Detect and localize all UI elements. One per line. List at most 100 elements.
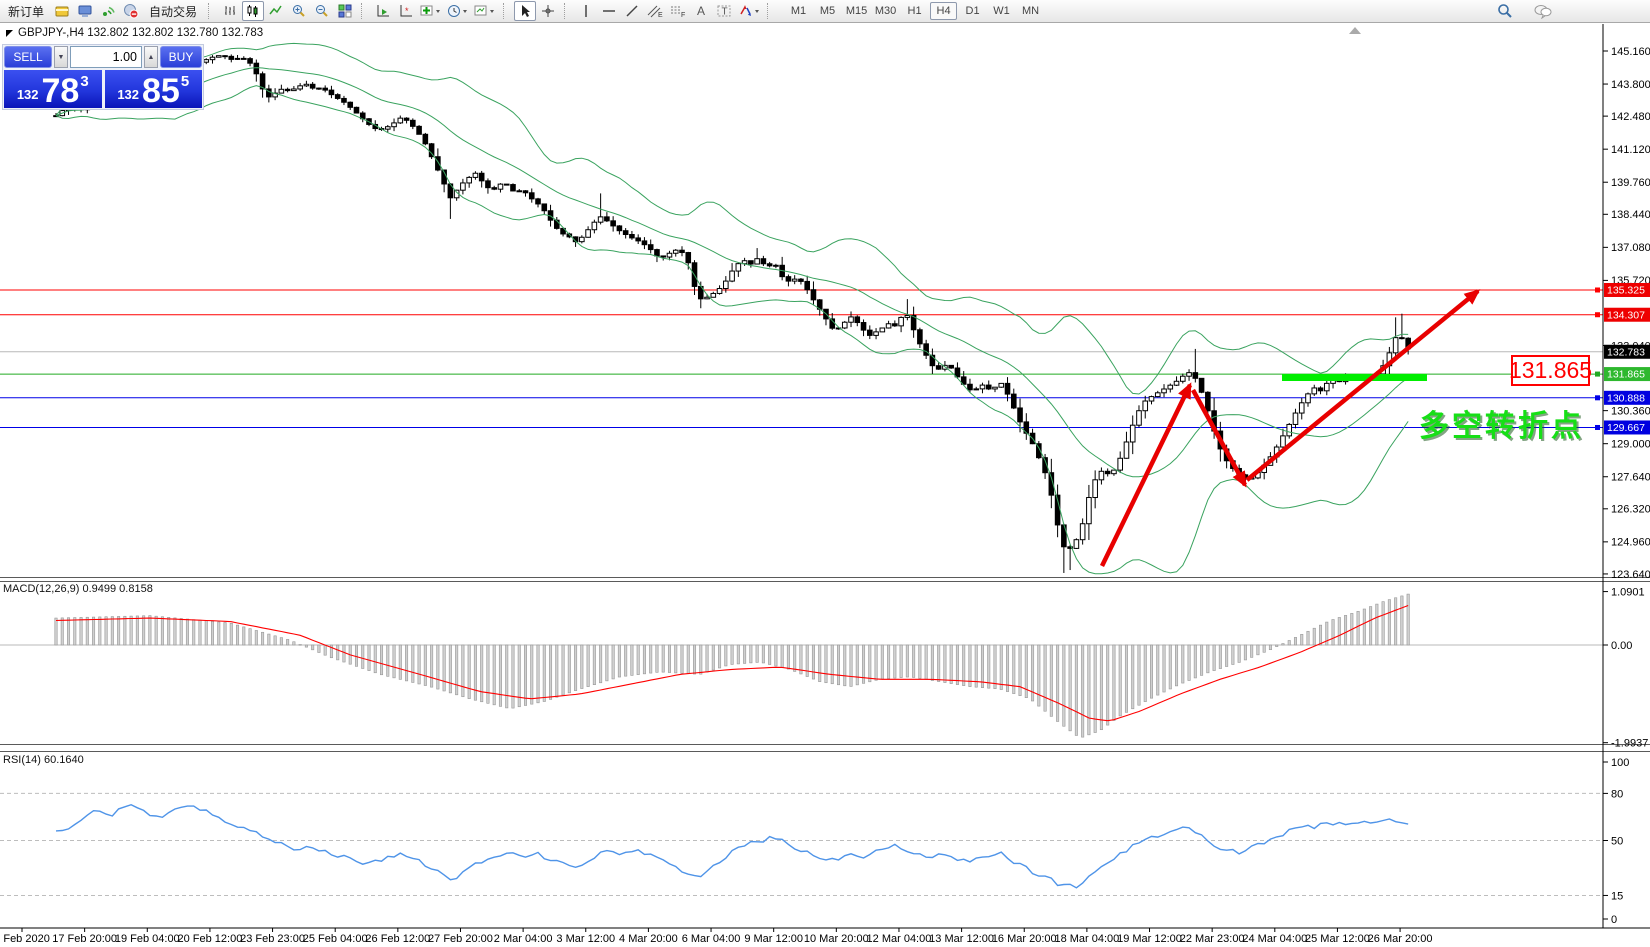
svg-text:130.888: 130.888 <box>1607 392 1645 404</box>
svg-text:4 Mar 20:00: 4 Mar 20:00 <box>619 933 678 945</box>
svg-text:18 Mar 04:00: 18 Mar 04:00 <box>1054 933 1119 945</box>
scroll-marker-icon[interactable] <box>1349 27 1361 34</box>
svg-text:134.307: 134.307 <box>1607 309 1645 321</box>
toolbar-separator <box>503 3 510 19</box>
sell-price-display[interactable]: 132 78 3 <box>4 70 102 108</box>
search-icon[interactable] <box>1494 1 1516 21</box>
sell-button[interactable]: SELL <box>4 46 52 68</box>
svg-text:26 Feb 12:00: 26 Feb 12:00 <box>365 933 430 945</box>
trend-arrow[interactable] <box>1102 385 1190 566</box>
volume-input[interactable]: 1.00 <box>70 46 142 68</box>
auto-scroll-icon[interactable] <box>372 1 394 21</box>
toolbar-separator <box>361 3 368 19</box>
terminal-icon[interactable] <box>74 1 96 21</box>
chat-icon[interactable] <box>1532 1 1554 21</box>
fibonacci-icon[interactable]: F <box>667 1 689 21</box>
crosshair-icon[interactable] <box>537 1 559 21</box>
line-chart-icon[interactable] <box>265 1 287 21</box>
svg-text:142.480: 142.480 <box>1611 111 1650 123</box>
svg-text:13 Mar 12:00: 13 Mar 12:00 <box>929 933 994 945</box>
support-bar[interactable] <box>1282 374 1427 381</box>
horizontal-line-icon[interactable] <box>598 1 620 21</box>
svg-text:50: 50 <box>1611 835 1623 847</box>
tile-windows-icon[interactable] <box>334 1 356 21</box>
buy-button[interactable]: BUY <box>160 46 202 68</box>
vertical-line-icon[interactable] <box>575 1 597 21</box>
level-pointer <box>1595 372 1600 377</box>
timeframe-d1-button[interactable]: D1 <box>959 2 986 20</box>
bar-chart-icon[interactable] <box>219 1 241 21</box>
equidistant-channel-icon[interactable]: E <box>644 1 666 21</box>
svg-text:143.800: 143.800 <box>1611 79 1650 91</box>
level-pointer <box>1595 425 1600 430</box>
svg-text:15: 15 <box>1611 890 1623 902</box>
svg-text:19 Feb 04:00: 19 Feb 04:00 <box>115 933 180 945</box>
volume-up-button[interactable]: ▲ <box>144 46 158 68</box>
toolbar-separator <box>564 3 571 19</box>
svg-text:145.160: 145.160 <box>1611 46 1650 58</box>
timeframe-m30-button[interactable]: M30 <box>872 2 899 20</box>
text-icon[interactable]: A <box>690 1 712 21</box>
sell-price-big: 78 <box>42 78 80 106</box>
symbol-ohlc-line: GBPJPY-,H4 132.802 132.802 132.780 132.7… <box>18 27 263 39</box>
timeframe-h4-button[interactable]: H4 <box>930 2 957 20</box>
svg-text:17 Feb 20:00: 17 Feb 20:00 <box>52 933 117 945</box>
svg-text:20 Feb 12:00: 20 Feb 12:00 <box>177 933 242 945</box>
svg-text:127.640: 127.640 <box>1611 472 1650 484</box>
svg-text:130.360: 130.360 <box>1611 405 1650 417</box>
buy-price-display[interactable]: 132 85 5 <box>105 70 203 108</box>
cursor-icon[interactable] <box>514 1 536 21</box>
price-axis[interactable]: 145.160143.800142.480141.120139.760138.4… <box>1603 24 1650 928</box>
svg-text:2 Mar 04:00: 2 Mar 04:00 <box>494 933 553 945</box>
accounts-book-icon[interactable] <box>51 1 73 21</box>
svg-text:22 Mar 23:00: 22 Mar 23:00 <box>1180 933 1245 945</box>
svg-text:123.640: 123.640 <box>1611 569 1650 581</box>
price-callout-label[interactable]: 131.865 <box>1511 355 1590 386</box>
svg-text:9 Mar 12:00: 9 Mar 12:00 <box>744 933 803 945</box>
chart-shift-icon[interactable]: * <box>395 1 417 21</box>
zoom-in-icon[interactable] <box>288 1 310 21</box>
timeframe-w1-button[interactable]: W1 <box>988 2 1015 20</box>
trend-arrow[interactable] <box>1247 291 1478 480</box>
svg-text:16 Mar 20:00: 16 Mar 20:00 <box>992 933 1057 945</box>
trend-line-icon[interactable] <box>621 1 643 21</box>
templates-icon[interactable] <box>472 1 498 21</box>
pivot-annotation-text[interactable]: 多空转折点 <box>1419 401 1584 445</box>
svg-text:131.865: 131.865 <box>1607 369 1645 381</box>
timeframe-mn-button[interactable]: MN <box>1017 2 1044 20</box>
time-axis[interactable]: 4 Feb 202017 Feb 20:0019 Feb 04:0020 Feb… <box>0 928 1650 945</box>
indicators-icon[interactable] <box>418 1 444 21</box>
zoom-out-icon[interactable] <box>311 1 333 21</box>
svg-text:-1.9937: -1.9937 <box>1611 738 1648 750</box>
svg-text:26 Mar 20:00: 26 Mar 20:00 <box>1368 933 1433 945</box>
level-pointer <box>1595 395 1600 400</box>
arrows-icon[interactable] <box>736 1 762 21</box>
candle-chart-icon[interactable] <box>242 1 264 21</box>
timeframe-h1-button[interactable]: H1 <box>901 2 928 20</box>
svg-text:4 Feb 2020: 4 Feb 2020 <box>0 933 50 945</box>
periods-icon[interactable] <box>445 1 471 21</box>
timeframe-m5-button[interactable]: M5 <box>814 2 841 20</box>
svg-text:129.000: 129.000 <box>1611 439 1650 451</box>
rsi-pane <box>0 793 1603 895</box>
text-label-icon[interactable]: T <box>713 1 735 21</box>
signal-icon[interactable] <box>97 1 119 21</box>
svg-text:10 Mar 20:00: 10 Mar 20:00 <box>804 933 869 945</box>
autotrade-icon[interactable] <box>120 1 142 21</box>
autotrade-button[interactable]: 自动交易 <box>143 1 203 21</box>
timeframe-m15-button[interactable]: M15 <box>843 2 870 20</box>
svg-text:24 Mar 04:00: 24 Mar 04:00 <box>1242 933 1307 945</box>
new-order-button[interactable]: 新订单 <box>2 1 50 21</box>
svg-text:T: T <box>722 7 728 18</box>
sell-price-prefix: 132 <box>17 87 39 102</box>
volume-down-button[interactable]: ▼ <box>54 46 68 68</box>
svg-text:141.120: 141.120 <box>1611 144 1650 156</box>
svg-text:100: 100 <box>1611 757 1629 769</box>
timeframe-m1-button[interactable]: M1 <box>785 2 812 20</box>
svg-text:0: 0 <box>1611 914 1617 926</box>
svg-text:25 Mar 12:00: 25 Mar 12:00 <box>1305 933 1370 945</box>
svg-text:139.760: 139.760 <box>1611 177 1650 189</box>
svg-text:19 Mar 12:00: 19 Mar 12:00 <box>1117 933 1182 945</box>
chart-canvas[interactable]: 145.160143.800142.480141.120139.760138.4… <box>0 0 1650 947</box>
trend-arrow[interactable] <box>1193 390 1245 485</box>
